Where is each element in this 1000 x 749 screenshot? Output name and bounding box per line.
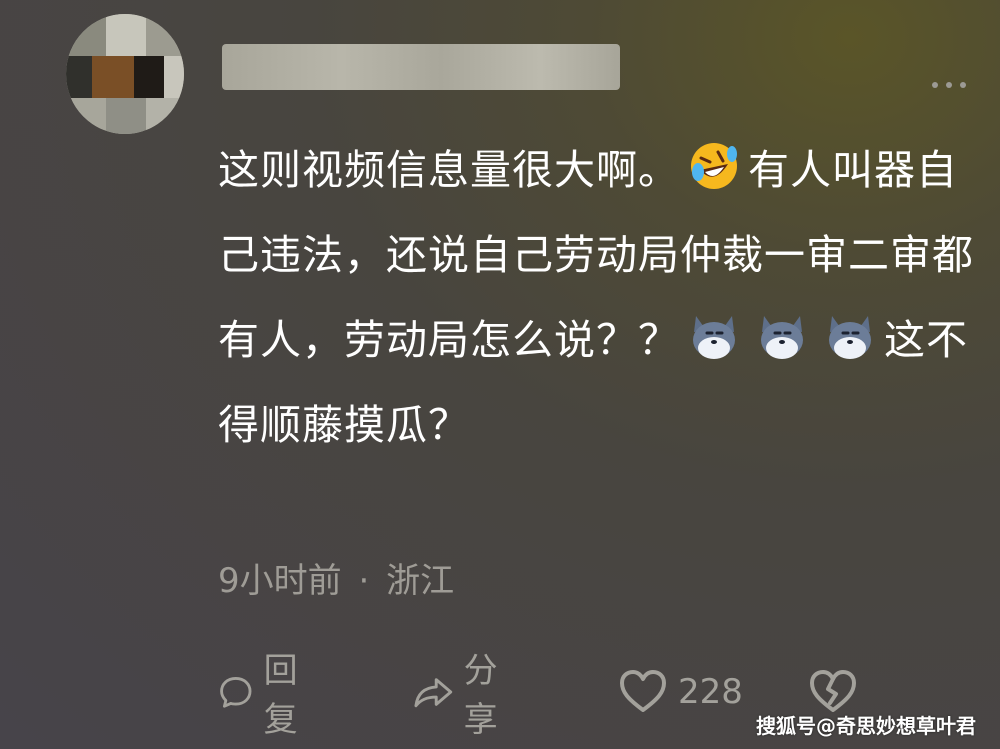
avatar[interactable] xyxy=(66,14,184,134)
username-blurred[interactable] xyxy=(222,44,620,90)
reply-label: 回复 xyxy=(263,651,298,740)
watermark: 搜狐号@奇思妙想草叶君 xyxy=(756,714,976,738)
husky-emoji xyxy=(761,316,803,359)
reply-button[interactable]: 回复 xyxy=(218,651,312,740)
comment-time: 9小时前 xyxy=(218,561,342,601)
like-button[interactable]: 228 xyxy=(618,662,743,722)
comment-text: 这则视频信息量很大啊。 有人叫器自己违法，还说自己劳动局仲裁一审二审都有人，劳动… xyxy=(218,128,988,468)
share-button[interactable]: 分享 xyxy=(413,651,513,740)
more-options-icon[interactable] xyxy=(932,78,982,92)
comment-meta: 9小时前 · 浙江 xyxy=(218,553,454,602)
comment-bubble-icon xyxy=(220,677,252,708)
heart-icon xyxy=(620,670,666,712)
share-arrow-icon xyxy=(414,678,453,708)
husky-emoji xyxy=(829,316,871,359)
like-count: 228 xyxy=(678,672,743,712)
husky-emoji xyxy=(693,316,735,359)
rolling-laughing-emoji xyxy=(691,143,737,189)
meta-separator: · xyxy=(358,561,370,601)
share-label: 分享 xyxy=(463,651,498,740)
comment-text-part1: 这则视频信息量很大啊。 xyxy=(218,146,680,194)
comment-location: 浙江 xyxy=(386,561,455,601)
